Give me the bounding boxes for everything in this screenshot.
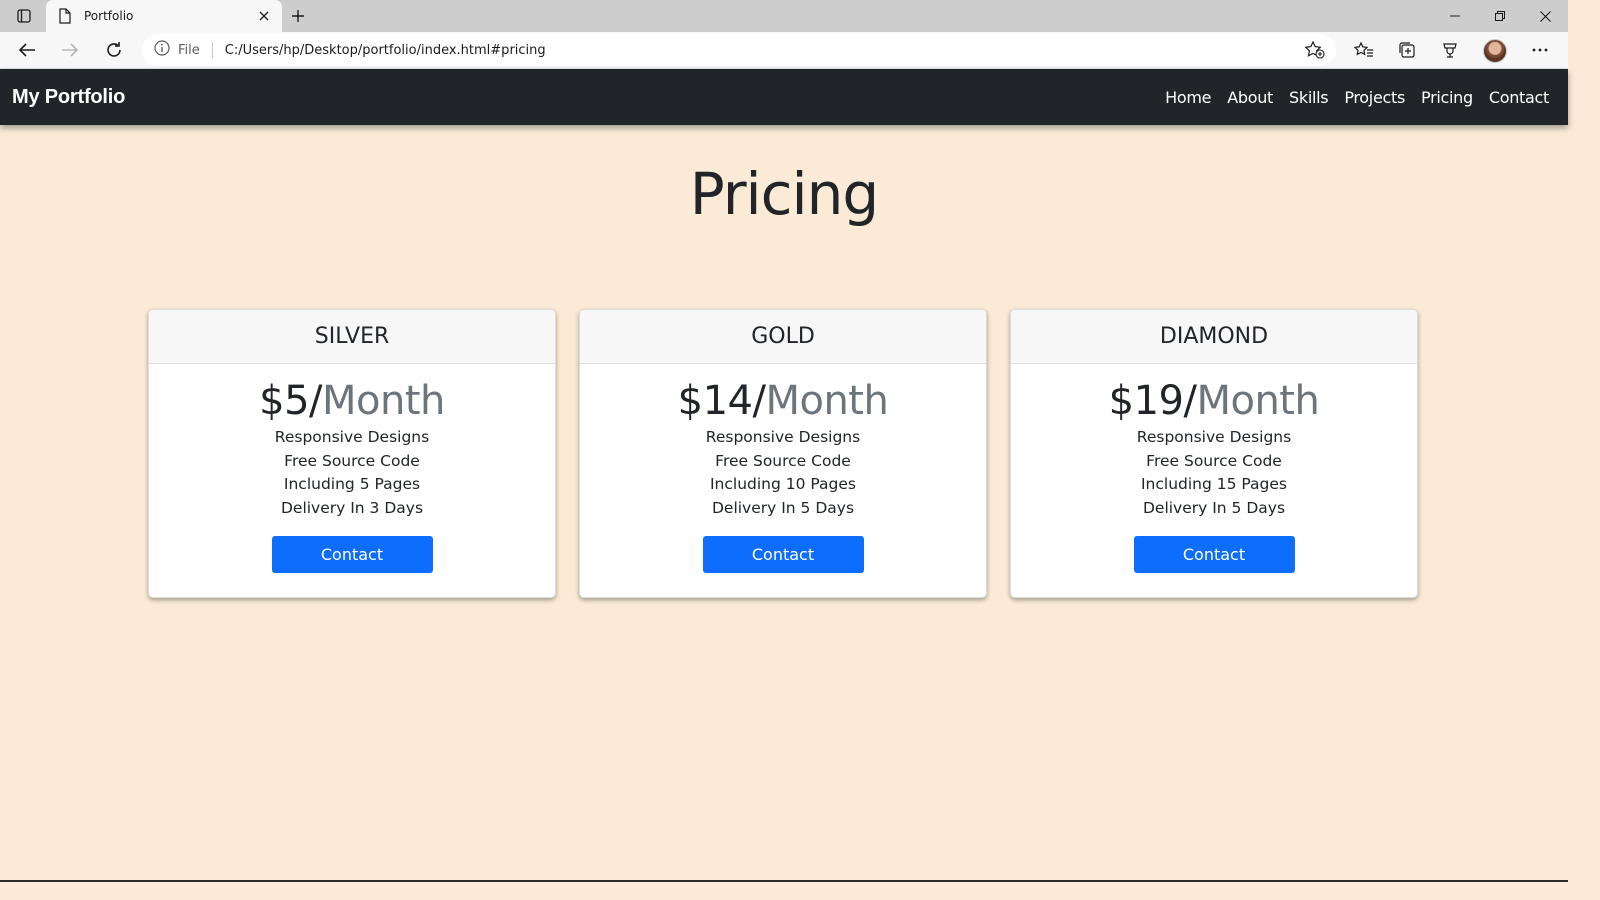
feature-item: Delivery In 5 Days (711, 498, 855, 517)
nav-link-about[interactable]: About (1227, 88, 1273, 107)
tab-title: Portfolio (84, 9, 134, 23)
document-icon (58, 8, 74, 24)
price-amount: $19/ (1108, 378, 1197, 424)
plan-name: DIAMOND (1011, 310, 1417, 364)
browser-tab-bar: Portfolio (0, 0, 1568, 32)
restore-icon[interactable] (1478, 0, 1522, 32)
url-text[interactable]: C:/Users/hp/Desktop/portfolio/index.html… (225, 43, 1300, 58)
collections-icon[interactable] (1392, 36, 1422, 64)
contact-button-silver[interactable]: Contact (271, 536, 433, 573)
address-bar[interactable]: File C:/Users/hp/Desktop/portfolio/index… (142, 34, 1336, 66)
browser-toolbar: File C:/Users/hp/Desktop/portfolio/index… (0, 32, 1568, 69)
feature-item: Free Source Code (284, 451, 420, 470)
tab-actions-icon[interactable] (8, 5, 40, 27)
price-period: Month (322, 378, 445, 424)
pricing-card-silver: SILVER $5/Month Responsive Designs Free … (148, 309, 556, 598)
nav-link-projects[interactable]: Projects (1344, 88, 1405, 107)
profile-avatar[interactable] (1483, 39, 1507, 63)
more-options-icon[interactable] (1525, 36, 1555, 64)
plan-name: SILVER (149, 310, 555, 364)
nav-link-skills[interactable]: Skills (1289, 88, 1329, 107)
pricing-title: Pricing (689, 160, 880, 228)
contact-button-gold[interactable]: Contact (702, 536, 864, 573)
contact-button-diamond[interactable]: Contact (1133, 536, 1295, 573)
plan-price: $19/Month (1011, 378, 1417, 424)
price-amount: $5/ (259, 378, 322, 424)
feature-list: Responsive Designs Free Source Code Incl… (580, 426, 986, 520)
feature-item: Responsive Designs (274, 428, 430, 446)
feature-item: Delivery In 3 Days (280, 498, 424, 517)
feature-item: Free Source Code (1146, 451, 1282, 470)
nav-link-pricing[interactable]: Pricing (1421, 88, 1473, 107)
feature-item: Including 10 Pages (709, 475, 857, 493)
feature-item: Including 5 Pages (283, 475, 421, 493)
site-navbar: My Portfolio Home About Skills Projects … (0, 69, 1568, 125)
forward-icon[interactable] (55, 36, 85, 64)
extensions-icon[interactable] (1435, 36, 1465, 64)
favorites-icon[interactable] (1349, 36, 1379, 64)
pricing-cards: SILVER $5/Month Responsive Designs Free … (148, 309, 1418, 598)
info-icon[interactable] (154, 40, 170, 60)
close-window-icon[interactable] (1523, 0, 1567, 32)
new-tab-icon[interactable] (286, 5, 310, 27)
address-divider (211, 42, 213, 58)
refresh-icon[interactable] (99, 36, 129, 64)
close-tab-icon[interactable] (256, 8, 272, 24)
back-icon[interactable] (12, 36, 42, 64)
bottom-divider (0, 880, 1568, 882)
browser-tab[interactable]: Portfolio (46, 0, 282, 32)
add-favorite-icon[interactable] (1300, 36, 1330, 64)
plan-price: $5/Month (149, 378, 555, 424)
plan-price: $14/Month (580, 378, 986, 424)
plan-name: GOLD (580, 310, 986, 364)
feature-item: Responsive Designs (1136, 428, 1292, 446)
minimize-icon[interactable] (1433, 0, 1477, 32)
nav-links: Home About Skills Projects Pricing Conta… (1165, 88, 1549, 107)
feature-item: Including 15 Pages (1140, 475, 1288, 493)
price-period: Month (765, 378, 889, 424)
feature-list: Responsive Designs Free Source Code Incl… (149, 426, 555, 520)
file-label: File (178, 42, 200, 58)
price-period: Month (1196, 378, 1320, 424)
pricing-card-diamond: DIAMOND $19/Month Responsive Designs Fre… (1010, 309, 1418, 598)
pricing-card-gold: GOLD $14/Month Responsive Designs Free S… (579, 309, 987, 598)
feature-item: Delivery In 5 Days (1142, 498, 1286, 517)
nav-link-contact[interactable]: Contact (1489, 88, 1549, 107)
price-amount: $14/ (677, 378, 766, 424)
feature-list: Responsive Designs Free Source Code Incl… (1011, 426, 1417, 520)
feature-item: Free Source Code (715, 451, 851, 470)
feature-item: Responsive Designs (705, 428, 861, 446)
nav-link-home[interactable]: Home (1165, 88, 1211, 107)
brand-logo[interactable]: My Portfolio (12, 86, 125, 109)
